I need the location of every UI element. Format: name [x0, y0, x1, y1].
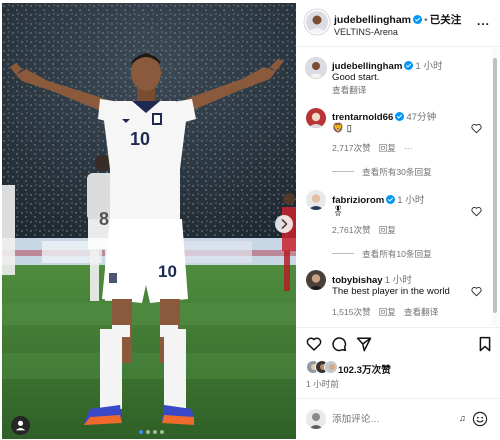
comment-options-button[interactable]: ··· [404, 143, 413, 153]
comment-reply-button[interactable]: 回复 [379, 307, 396, 317]
heart-icon[interactable] [471, 286, 482, 297]
heart-icon[interactable] [471, 123, 482, 134]
comment-username[interactable]: trentarnold66 [332, 112, 393, 123]
comment-username[interactable]: tobybishay [332, 275, 383, 286]
audio-note-button[interactable]: ♫ [459, 413, 466, 423]
comment-meta: 1,515次赞 回复 查看翻译 [332, 306, 446, 318]
comment-translate-link[interactable]: 查看翻译 [404, 307, 438, 317]
user-tag-icon [15, 420, 26, 431]
comment-like-count[interactable]: 1,515次赞 [332, 307, 371, 317]
caption-time[interactable]: 1 小时 [415, 61, 442, 72]
comment-text: 🦁 ▯ [332, 123, 352, 134]
comments-list: judebellingham 1 小时 Good start. 查看翻译 tren… [296, 48, 500, 326]
send-icon[interactable] [356, 336, 372, 352]
background-player-number: 8 [99, 209, 109, 229]
comment-reply-button[interactable]: 回复 [379, 143, 396, 153]
comment-header: tobybishay 1 小时 [332, 272, 412, 286]
comment-like-count[interactable]: 2,761次赞 [332, 225, 371, 235]
caption-author-avatar[interactable] [306, 58, 326, 78]
view-replies-link[interactable]: 查看所有30条回复 [362, 167, 432, 177]
comment-icon[interactable] [331, 336, 347, 352]
post-timestamp[interactable]: 1 小时前 [306, 378, 339, 390]
current-user-avatar [306, 409, 326, 429]
user-tags-button[interactable] [11, 416, 30, 435]
author-username[interactable]: judebellingham [334, 14, 411, 26]
heart-icon[interactable] [306, 336, 322, 352]
liker-avatar [324, 360, 338, 374]
verified-badge-icon [413, 15, 423, 24]
view-replies-row: 查看所有10条回复 [332, 248, 432, 260]
view-replies-row: 查看所有30条回复 [332, 166, 432, 178]
comment-time[interactable]: 1 小时 [397, 195, 424, 206]
add-comment-bar: ♫ [296, 398, 500, 440]
replies-divider-line [332, 171, 354, 172]
post-actions: 102.3万次赞 1 小时前 [296, 327, 500, 397]
comment-meta: 2,761次赞 回复 [332, 224, 404, 236]
following-button[interactable]: 已关注 [430, 14, 462, 26]
carousel-indicator [139, 430, 164, 434]
comments-scrollbar[interactable] [492, 48, 498, 326]
verified-badge-icon [386, 195, 396, 204]
comment-text: The best player in the world [332, 286, 450, 297]
commenter-avatar[interactable] [306, 270, 326, 290]
chevron-right-icon [281, 219, 288, 229]
verified-badge-icon [395, 112, 405, 121]
commenter-avatar[interactable] [306, 190, 326, 210]
view-replies-link[interactable]: 查看所有10条回复 [362, 249, 432, 259]
comment-reply-button[interactable]: 回复 [379, 225, 396, 235]
comment-username[interactable]: fabriziorom [332, 195, 384, 206]
comment-like-count[interactable]: 2,717次赞 [332, 143, 371, 153]
comment-header: fabriziorom 1 小时 [332, 192, 424, 206]
heart-icon[interactable] [471, 206, 482, 217]
verified-badge-icon [404, 61, 414, 70]
commenter-avatar[interactable] [306, 108, 326, 128]
post-location[interactable]: VELTINS-Arena [334, 27, 398, 37]
caption-username[interactable]: judebellingham [332, 61, 402, 72]
carousel-dot [160, 430, 164, 434]
carousel-dot [146, 430, 150, 434]
comment-time[interactable]: 47分钟 [406, 112, 436, 123]
caption-text: Good start. [332, 72, 380, 83]
smiley-icon[interactable] [472, 411, 488, 427]
post-image[interactable]: 8 10 10 [2, 3, 296, 439]
comment-header: trentarnold66 47分钟 [332, 109, 436, 123]
comment-time[interactable]: 1 小时 [385, 275, 412, 286]
shorts-number: 10 [158, 262, 177, 281]
caption-header: judebellingham 1 小时 [332, 58, 443, 72]
replies-divider-line [332, 253, 354, 254]
likes-count[interactable]: 102.3万次赞 [338, 362, 391, 376]
caption-translate-link[interactable]: 查看翻译 [332, 84, 366, 96]
author-avatar[interactable] [306, 11, 328, 33]
comment-text: 🎖 [332, 206, 345, 217]
scrollbar-thumb[interactable] [493, 58, 497, 313]
bookmark-icon[interactable] [477, 336, 493, 352]
post-side-panel: judebellingham • 已关注 VELTINS-Arena ... jud… [296, 0, 500, 440]
football-photo: 8 10 10 [2, 3, 296, 439]
carousel-dot [153, 430, 157, 434]
comment-meta: 2,717次赞 回复 ··· [332, 142, 421, 154]
author-line: judebellingham • 已关注 [334, 12, 461, 27]
more-options-button[interactable]: ... [477, 14, 490, 28]
shirt-number: 10 [130, 129, 150, 149]
carousel-dot [139, 430, 143, 434]
add-comment-input[interactable] [332, 411, 452, 427]
next-image-button[interactable] [275, 215, 293, 233]
post-header: judebellingham • 已关注 VELTINS-Arena ... [296, 0, 500, 47]
separator-dot: • [424, 14, 428, 26]
liked-by-avatars[interactable] [306, 360, 342, 374]
